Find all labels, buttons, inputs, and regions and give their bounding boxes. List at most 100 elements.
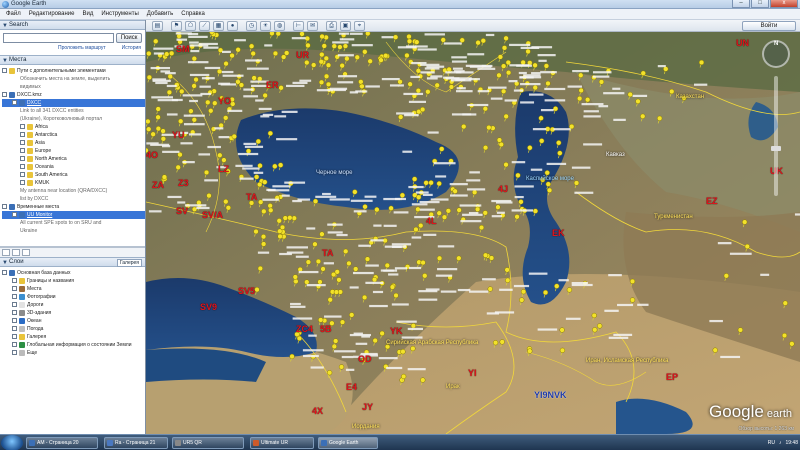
callsign-label[interactable]: YU xyxy=(172,130,185,140)
callsign-label[interactable]: EP xyxy=(666,372,678,382)
planets-icon[interactable]: ◍ xyxy=(274,20,285,31)
callsign-label[interactable]: TA xyxy=(246,192,257,202)
taskbar-button[interactable]: UR5 QR xyxy=(172,437,244,449)
save-image-icon[interactable]: ▣ xyxy=(340,20,351,31)
checkbox[interactable] xyxy=(20,172,25,178)
checkbox[interactable] xyxy=(12,350,17,356)
sun-icon[interactable]: ☀ xyxy=(260,20,271,31)
navigation-compass[interactable]: N xyxy=(762,40,790,68)
layer-item[interactable]: Дороги xyxy=(2,301,145,309)
checkbox[interactable] xyxy=(12,342,17,348)
menu-view[interactable]: Вид xyxy=(78,9,97,20)
taskbar-button[interactable]: АМ - Страница 20 xyxy=(26,437,98,449)
move-down-icon[interactable] xyxy=(22,249,30,256)
email-icon[interactable]: ✉ xyxy=(307,20,318,31)
maximize-button[interactable]: □ xyxy=(751,0,769,8)
layer-item[interactable]: Основная база данных xyxy=(2,269,145,277)
callsign-label[interactable]: ZC4 xyxy=(296,324,313,334)
taskbar-button[interactable]: Google Earth xyxy=(318,437,378,449)
menu-help[interactable]: Справка xyxy=(177,9,209,20)
callsign-label[interactable]: SV5 xyxy=(238,286,255,296)
callsign-label[interactable]: TA xyxy=(322,248,333,258)
callsign-label[interactable]: SV/A xyxy=(202,210,223,220)
checkbox[interactable] xyxy=(12,278,17,284)
menu-edit[interactable]: Редактирование xyxy=(25,9,79,20)
places-item[interactable]: UU Monitor xyxy=(2,211,145,219)
sidebar-toggle-icon[interactable]: ▤ xyxy=(152,20,163,31)
taskbar-button[interactable]: Ra - Страница 21 xyxy=(104,437,168,449)
places-item[interactable]: North America xyxy=(2,155,145,163)
places-item[interactable]: DXCC.kmz xyxy=(2,91,145,99)
callsign-label[interactable]: YK xyxy=(390,326,403,336)
checkbox[interactable] xyxy=(20,164,25,170)
menu-add[interactable]: Добавить xyxy=(143,9,178,20)
callsign-label[interactable]: YI9NVK xyxy=(534,390,567,400)
clock[interactable]: 19:48 xyxy=(785,436,798,450)
menu-tools[interactable]: Инструменты xyxy=(97,9,142,20)
callsign-label[interactable]: YO xyxy=(218,96,231,106)
ruler-icon[interactable]: ⊢ xyxy=(293,20,304,31)
layer-item[interactable]: Фотографии xyxy=(2,293,145,301)
places-item[interactable]: KMUK xyxy=(2,179,145,187)
checkbox[interactable] xyxy=(20,132,25,138)
taskbar-button[interactable]: Ultimate UR xyxy=(250,437,314,449)
places-item[interactable]: Asia xyxy=(2,139,145,147)
checkbox[interactable] xyxy=(20,148,25,154)
view-in-maps-icon[interactable]: ⌖ xyxy=(354,20,365,31)
checkbox[interactable] xyxy=(12,318,17,324)
checkbox[interactable] xyxy=(20,140,25,146)
layer-item[interactable]: Места xyxy=(2,285,145,293)
checkbox[interactable] xyxy=(12,326,17,332)
callsign-label[interactable]: Z3 xyxy=(178,178,189,188)
callsign-label[interactable]: E4 xyxy=(346,382,357,392)
layer-item[interactable]: Погода xyxy=(2,325,145,333)
callsign-label[interactable]: EZ xyxy=(706,196,718,206)
polygon-icon[interactable]: ⬠ xyxy=(185,20,196,31)
places-item[interactable]: Antarctica xyxy=(2,131,145,139)
places-item[interactable]: Oceania xyxy=(2,163,145,171)
callsign-label[interactable]: 4J xyxy=(498,184,508,194)
layer-item[interactable]: Еще xyxy=(2,349,145,357)
checkbox[interactable] xyxy=(2,68,7,74)
callsign-label[interactable]: SV xyxy=(176,206,188,216)
zoom-slider[interactable] xyxy=(771,76,781,196)
checkbox[interactable] xyxy=(12,294,17,300)
checkbox[interactable] xyxy=(20,124,25,130)
checkbox[interactable] xyxy=(2,270,7,276)
callsign-label[interactable]: OD xyxy=(358,354,372,364)
callsign-label[interactable]: LZ xyxy=(218,164,229,174)
start-button[interactable] xyxy=(1,435,23,450)
layer-item[interactable]: 3D-здания xyxy=(2,309,145,317)
earth-gallery-button[interactable]: Галерея xyxy=(116,259,142,267)
history-link[interactable]: История xyxy=(122,45,141,51)
overlay-icon[interactable]: ▦ xyxy=(213,20,224,31)
layer-item[interactable]: Границы и названия xyxy=(2,277,145,285)
layer-item[interactable]: Галерея xyxy=(2,333,145,341)
language-indicator[interactable]: RU xyxy=(768,436,775,450)
checkbox[interactable] xyxy=(12,286,17,292)
search-input[interactable] xyxy=(3,33,115,43)
checkbox[interactable] xyxy=(12,302,17,308)
move-up-icon[interactable] xyxy=(12,249,20,256)
callsign-label[interactable]: 4L xyxy=(426,216,437,226)
places-item[interactable]: DXCC xyxy=(2,99,145,107)
callsign-label[interactable]: ZA xyxy=(152,180,164,190)
historical-imagery-icon[interactable]: ◷ xyxy=(246,20,257,31)
callsign-label[interactable]: 4X xyxy=(312,406,323,416)
new-folder-icon[interactable] xyxy=(2,249,10,256)
layer-item[interactable]: Океан xyxy=(2,317,145,325)
checkbox[interactable] xyxy=(20,180,25,186)
callsign-label[interactable]: YI xyxy=(468,368,477,378)
checkbox[interactable] xyxy=(2,92,7,98)
callsign-label[interactable]: SV9 xyxy=(200,302,217,312)
places-item[interactable]: Временные места xyxy=(2,203,145,211)
search-button[interactable]: Поиск xyxy=(116,33,142,43)
callsign-label[interactable]: JY xyxy=(362,402,373,412)
zoom-slider-knob[interactable] xyxy=(771,146,781,151)
volume-icon[interactable]: ♪ xyxy=(779,436,782,450)
checkbox[interactable] xyxy=(12,310,17,316)
record-tour-icon[interactable]: ● xyxy=(227,20,238,31)
callsign-label[interactable]: 5B xyxy=(320,324,332,334)
callsign-label[interactable]: 4O xyxy=(146,150,158,160)
callsign-label[interactable]: ER xyxy=(266,80,279,90)
